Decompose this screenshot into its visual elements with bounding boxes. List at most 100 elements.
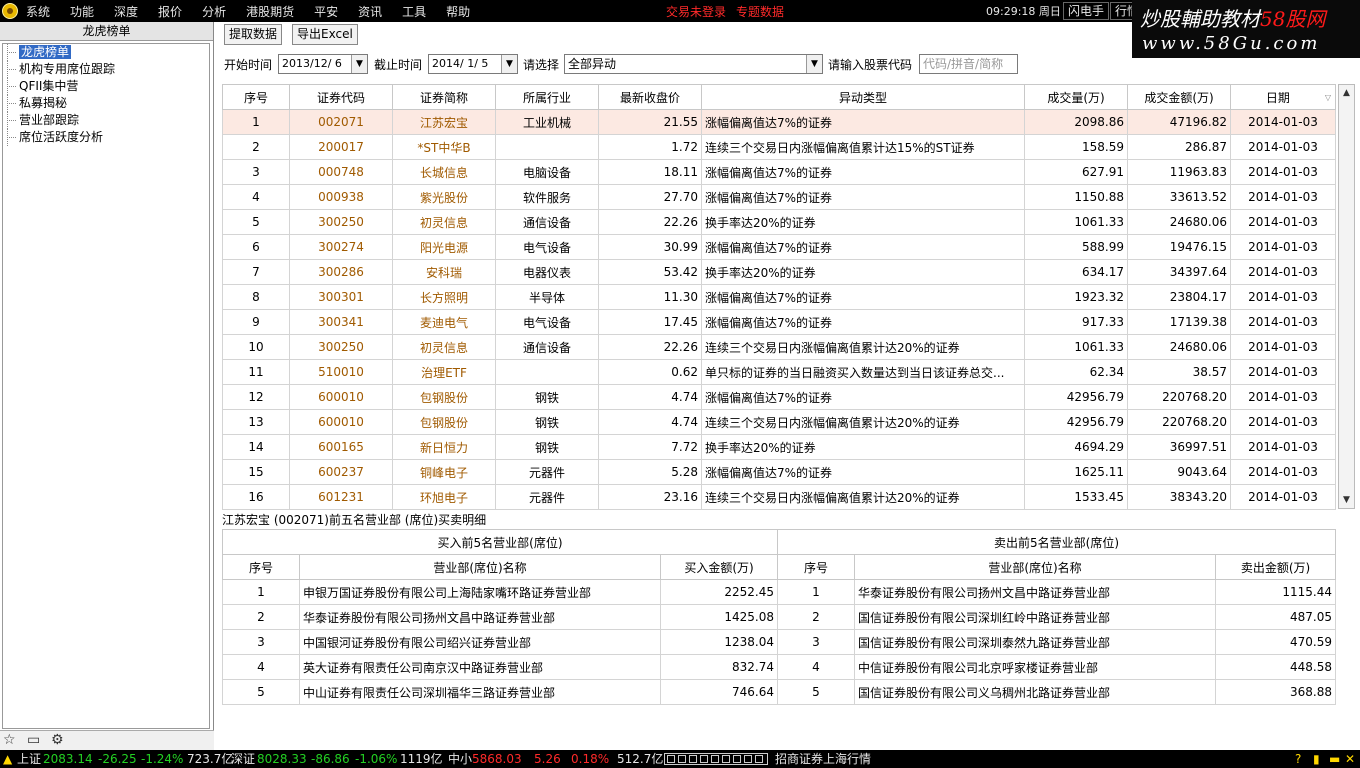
table-row[interactable]: 16 601231 环旭电子 元器件 23.16 连续三个交易日内涨幅偏离值累计达20%的…: [222, 484, 1336, 510]
sz-amount: 1119亿: [400, 752, 443, 766]
table-row[interactable]: 7 300286 安科瑞 电器仪表 53.42 换手率达20%的证券 634.17 34397…: [222, 259, 1336, 285]
table-cell: 涨幅偏离值达7%的证券: [701, 309, 1025, 335]
menu-item-help[interactable]: 帮助: [446, 3, 470, 20]
table-row[interactable]: 9 300341 麦迪电气 电气设备 17.45 涨幅偏离值达7%的证券 917.33 171…: [222, 309, 1336, 335]
table-cell: 18.11: [598, 159, 702, 185]
start-date-picker[interactable]: 2013/12/ 6 ▼: [278, 54, 368, 74]
menu-item-depth[interactable]: 深度: [114, 3, 138, 20]
chevron-down-icon[interactable]: ▼: [351, 55, 367, 73]
col-header-date[interactable]: 日期 ▽: [1230, 84, 1336, 110]
watermark-logo: 炒股輔助教材58股网 www.58Gu.com: [1132, 0, 1360, 58]
anomaly-type-select[interactable]: 全部异动 ▼: [564, 54, 823, 74]
detail-row[interactable]: 2 华泰证券股份有限公司扬州文昌中路证券营业部 1425.08 2 国信证券股份有限公司…: [222, 604, 1336, 630]
menu-item-function[interactable]: 功能: [70, 3, 94, 20]
table-row[interactable]: 13 600010 包钢股份 钢铁 4.74 连续三个交易日内涨幅偏离值累计达20%的证券…: [222, 409, 1336, 435]
detail-col-sell-amount[interactable]: 卖出金额(万): [1215, 554, 1336, 580]
col-header-volume[interactable]: 成交量(万): [1024, 84, 1128, 110]
table-row[interactable]: 8 300301 长方照明 半导体 11.30 涨幅偏离值达7%的证券 1923.32 238…: [222, 284, 1336, 310]
table-row[interactable]: 12 600010 包钢股份 钢铁 4.74 涨幅偏离值达7%的证券 42956.79 220…: [222, 384, 1336, 410]
detail-col-buy-index[interactable]: 序号: [222, 554, 300, 580]
market-arrow-icon: ▲: [3, 752, 13, 766]
chevron-down-icon[interactable]: ▼: [806, 55, 822, 73]
table-cell: 涨幅偏离值达7%的证券: [701, 184, 1025, 210]
table-row[interactable]: 6 300274 阳光电源 电气设备 30.99 涨幅偏离值达7%的证券 588.99 194…: [222, 234, 1336, 260]
table-cell: 200017: [289, 134, 393, 160]
table-cell: 42956.79: [1024, 409, 1128, 435]
scroll-up-icon[interactable]: ▲: [1339, 85, 1354, 101]
export-excel-button[interactable]: 导出Excel: [292, 24, 358, 45]
menu-item-hk-futures[interactable]: 港股期货: [246, 3, 294, 20]
gear-icon[interactable]: ⚙: [51, 732, 64, 748]
detail-col-buy-amount[interactable]: 买入金额(万): [660, 554, 778, 580]
detail-col-buy-name[interactable]: 营业部(席位)名称: [299, 554, 661, 580]
detail-row[interactable]: 3 中国银河证券股份有限公司绍兴证券营业部 1238.04 3 国信证券股份有限公司深圳…: [222, 629, 1336, 655]
nav-item-institution-seats[interactable]: 机构专用席位跟踪: [3, 61, 209, 78]
col-header-anomaly[interactable]: 异动类型: [701, 84, 1025, 110]
signal-icon[interactable]: ▮: [1313, 750, 1320, 768]
special-data-notice[interactable]: 专题数据: [736, 3, 784, 20]
table-row[interactable]: 4 000938 紫光股份 软件服务 27.70 涨幅偏离值达7%的证券 1150.88 33…: [222, 184, 1336, 210]
table-cell: 单只标的证券的当日融资买入数量达到当日该证券总交...: [701, 359, 1025, 385]
star-icon[interactable]: ☆: [3, 732, 16, 748]
nav-item-private-equity[interactable]: 私募揭秘: [3, 95, 209, 112]
nav-item-qfii[interactable]: QFII集中营: [3, 78, 209, 95]
table-row[interactable]: 14 600165 新日恒力 钢铁 7.72 换手率达20%的证券 4694.29 36997…: [222, 434, 1336, 460]
table-row[interactable]: 2 200017 *ST中华B 1.72 连续三个交易日内涨幅偏离值累计达15%的ST证…: [222, 134, 1336, 160]
nav-item-dragon-tiger[interactable]: 龙虎榜单: [3, 44, 209, 61]
detail-col-sell-name[interactable]: 营业部(席位)名称: [854, 554, 1216, 580]
app-logo-icon[interactable]: [2, 3, 18, 19]
detail-row[interactable]: 5 中山证券有限责任公司深圳福华三路证券营业部 746.64 5 国信证券股份有限公司义…: [222, 679, 1336, 705]
fetch-data-button[interactable]: 提取数据: [224, 24, 283, 45]
detail-row[interactable]: 1 申银万国证券股份有限公司上海陆家嘴环路证券营业部 2252.45 1 华泰证券股份有…: [222, 579, 1336, 605]
detail-cell: 华泰证券股份有限公司扬州文昌中路证券营业部: [854, 579, 1216, 605]
menu-item-system[interactable]: 系统: [26, 3, 50, 20]
menu-item-info[interactable]: 资讯: [358, 3, 382, 20]
close-icon[interactable]: ✕: [1345, 750, 1355, 768]
detail-cell: 4: [777, 654, 855, 680]
table-row[interactable]: 15 600237 铜峰电子 元器件 5.28 涨幅偏离值达7%的证券 1625.11 904…: [222, 459, 1336, 485]
col-header-close[interactable]: 最新收盘价: [598, 84, 702, 110]
menu-item-tools[interactable]: 工具: [402, 3, 426, 20]
menu-item-analysis[interactable]: 分析: [202, 3, 226, 20]
table-cell: 588.99: [1024, 234, 1128, 260]
zx-change: 5.26: [534, 752, 561, 766]
flash-trade-button[interactable]: 闪电手: [1063, 2, 1110, 20]
table-cell: 换手率达20%的证券: [701, 434, 1025, 460]
trade-login-notice[interactable]: 交易未登录: [666, 3, 726, 20]
table-row[interactable]: 5 300250 初灵信息 通信设备 22.26 换手率达20%的证券 1061.33 246…: [222, 209, 1336, 235]
left-panel: 龙虎榜单 龙虎榜单 机构专用席位跟踪 QFII集中营 私募揭秘 营业部跟踪 席位…: [0, 22, 214, 730]
table-row[interactable]: 3 000748 长城信息 电脑设备 18.11 涨幅偏离值达7%的证券 627.91 119…: [222, 159, 1336, 185]
table-cell: 627.91: [1024, 159, 1128, 185]
table-scrollbar[interactable]: ▲ ▼: [1338, 84, 1355, 509]
folder-icon[interactable]: ▭: [27, 732, 40, 748]
stock-code-input[interactable]: 代码/拼音/简称: [919, 54, 1018, 74]
table-cell: 5.28: [598, 459, 702, 485]
detail-row[interactable]: 4 英大证券有限责任公司南京汉中路证券营业部 832.74 4 中信证券股份有限公司北京…: [222, 654, 1336, 680]
table-row[interactable]: 1 002071 江苏宏宝 工业机械 21.55 涨幅偏离值达7%的证券 2098.86 47…: [222, 109, 1336, 135]
end-date-picker[interactable]: 2014/ 1/ 5 ▼: [428, 54, 518, 74]
nav-item-seat-activity[interactable]: 席位活跃度分析: [3, 129, 209, 146]
table-row[interactable]: 11 510010 治理ETF 0.62 单只标的证券的当日融资买入数量达到当日该证券总…: [222, 359, 1336, 385]
scroll-down-icon[interactable]: ▼: [1339, 492, 1354, 508]
col-header-industry[interactable]: 所属行业: [495, 84, 599, 110]
table-cell: 涨幅偏离值达7%的证券: [701, 284, 1025, 310]
menu-item-pingan[interactable]: 平安: [314, 3, 338, 20]
table-cell: 19476.15: [1127, 234, 1231, 260]
col-header-code[interactable]: 证券代码: [289, 84, 393, 110]
table-cell: 涨幅偏离值达7%的证券: [701, 384, 1025, 410]
nav-item-branch-tracking[interactable]: 营业部跟踪: [3, 112, 209, 129]
left-panel-title: 龙虎榜单: [0, 22, 213, 41]
menu-item-quote[interactable]: 报价: [158, 3, 182, 20]
detail-col-sell-index[interactable]: 序号: [777, 554, 855, 580]
detail-cell: 448.58: [1215, 654, 1336, 680]
col-header-name[interactable]: 证券简称: [392, 84, 496, 110]
minimize-icon[interactable]: ▬: [1329, 750, 1340, 768]
sort-desc-icon[interactable]: ▽: [1325, 93, 1331, 102]
chevron-down-icon[interactable]: ▼: [501, 55, 517, 73]
col-header-amount[interactable]: 成交金额(万): [1127, 84, 1231, 110]
table-cell: 1923.32: [1024, 284, 1128, 310]
col-header-index[interactable]: 序号: [222, 84, 290, 110]
help-icon[interactable]: ?: [1295, 750, 1301, 768]
table-row[interactable]: 10 300250 初灵信息 通信设备 22.26 连续三个交易日内涨幅偏离值累计达20%…: [222, 334, 1336, 360]
detail-cell: 470.59: [1215, 629, 1336, 655]
